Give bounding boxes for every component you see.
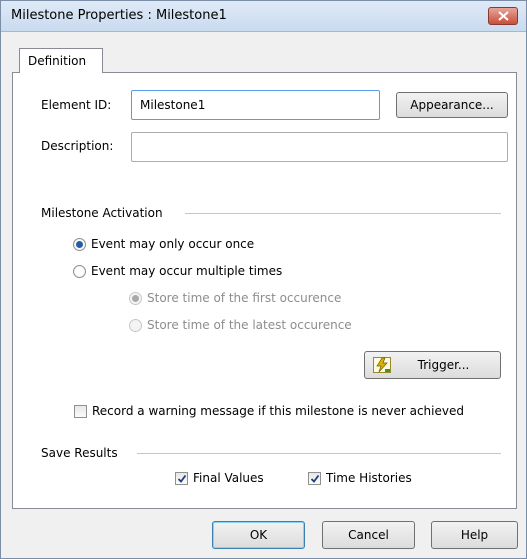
- multiple-radio[interactable]: [73, 265, 86, 278]
- check-icon: [177, 474, 187, 483]
- save-results-divider: [137, 453, 501, 454]
- final-values-checkbox[interactable]: [175, 472, 188, 485]
- save-results-heading: Save Results: [41, 446, 118, 460]
- once-label[interactable]: Event may only occur once: [91, 237, 254, 251]
- close-button[interactable]: [488, 7, 518, 25]
- latest-occurrence-label[interactable]: Store time of the latest occurence: [147, 318, 352, 332]
- final-values-label[interactable]: Final Values: [193, 471, 264, 485]
- ok-button[interactable]: OK: [212, 521, 305, 549]
- element-id-label: Element ID:: [41, 98, 112, 112]
- title-bar[interactable]: Milestone Properties : Milestone1: [1, 1, 526, 32]
- latest-occurrence-radio[interactable]: [129, 319, 142, 332]
- trigger-button[interactable]: Trigger...: [364, 351, 501, 379]
- element-id-input[interactable]: [132, 91, 379, 119]
- time-histories-checkbox[interactable]: [308, 472, 321, 485]
- check-icon: [310, 474, 320, 483]
- help-button[interactable]: Help: [431, 521, 518, 549]
- definition-panel: Element ID: Appearance... Description: M…: [12, 72, 517, 509]
- description-label: Description:: [41, 139, 114, 153]
- milestone-activation-heading: Milestone Activation: [41, 206, 163, 220]
- help-button-label: Help: [460, 528, 489, 542]
- multiple-label[interactable]: Event may occur multiple times: [91, 264, 282, 278]
- cancel-button[interactable]: Cancel: [322, 521, 415, 549]
- tab-definition[interactable]: Definition: [19, 48, 103, 73]
- once-radio[interactable]: [73, 238, 86, 251]
- description-field[interactable]: [131, 132, 508, 162]
- element-id-field[interactable]: [131, 90, 380, 120]
- milestone-properties-dialog: Milestone Properties : Milestone1 Defini…: [0, 0, 527, 559]
- appearance-button[interactable]: Appearance...: [396, 92, 508, 118]
- lightning-icon: [373, 357, 391, 373]
- description-input[interactable]: [132, 133, 507, 161]
- tab-definition-label: Definition: [28, 54, 87, 68]
- window-title: Milestone Properties : Milestone1: [11, 8, 227, 23]
- ok-button-label: OK: [249, 528, 268, 542]
- time-histories-label[interactable]: Time Histories: [326, 471, 412, 485]
- cancel-button-label: Cancel: [348, 528, 389, 542]
- activation-divider: [185, 213, 501, 214]
- close-icon: [498, 11, 509, 21]
- appearance-button-label: Appearance...: [410, 98, 494, 112]
- trigger-button-label: Trigger...: [417, 358, 470, 372]
- first-occurrence-label[interactable]: Store time of the first occurence: [147, 291, 341, 305]
- warning-checkbox[interactable]: [74, 405, 87, 418]
- warning-label[interactable]: Record a warning message if this milesto…: [92, 404, 464, 418]
- first-occurrence-radio[interactable]: [129, 292, 142, 305]
